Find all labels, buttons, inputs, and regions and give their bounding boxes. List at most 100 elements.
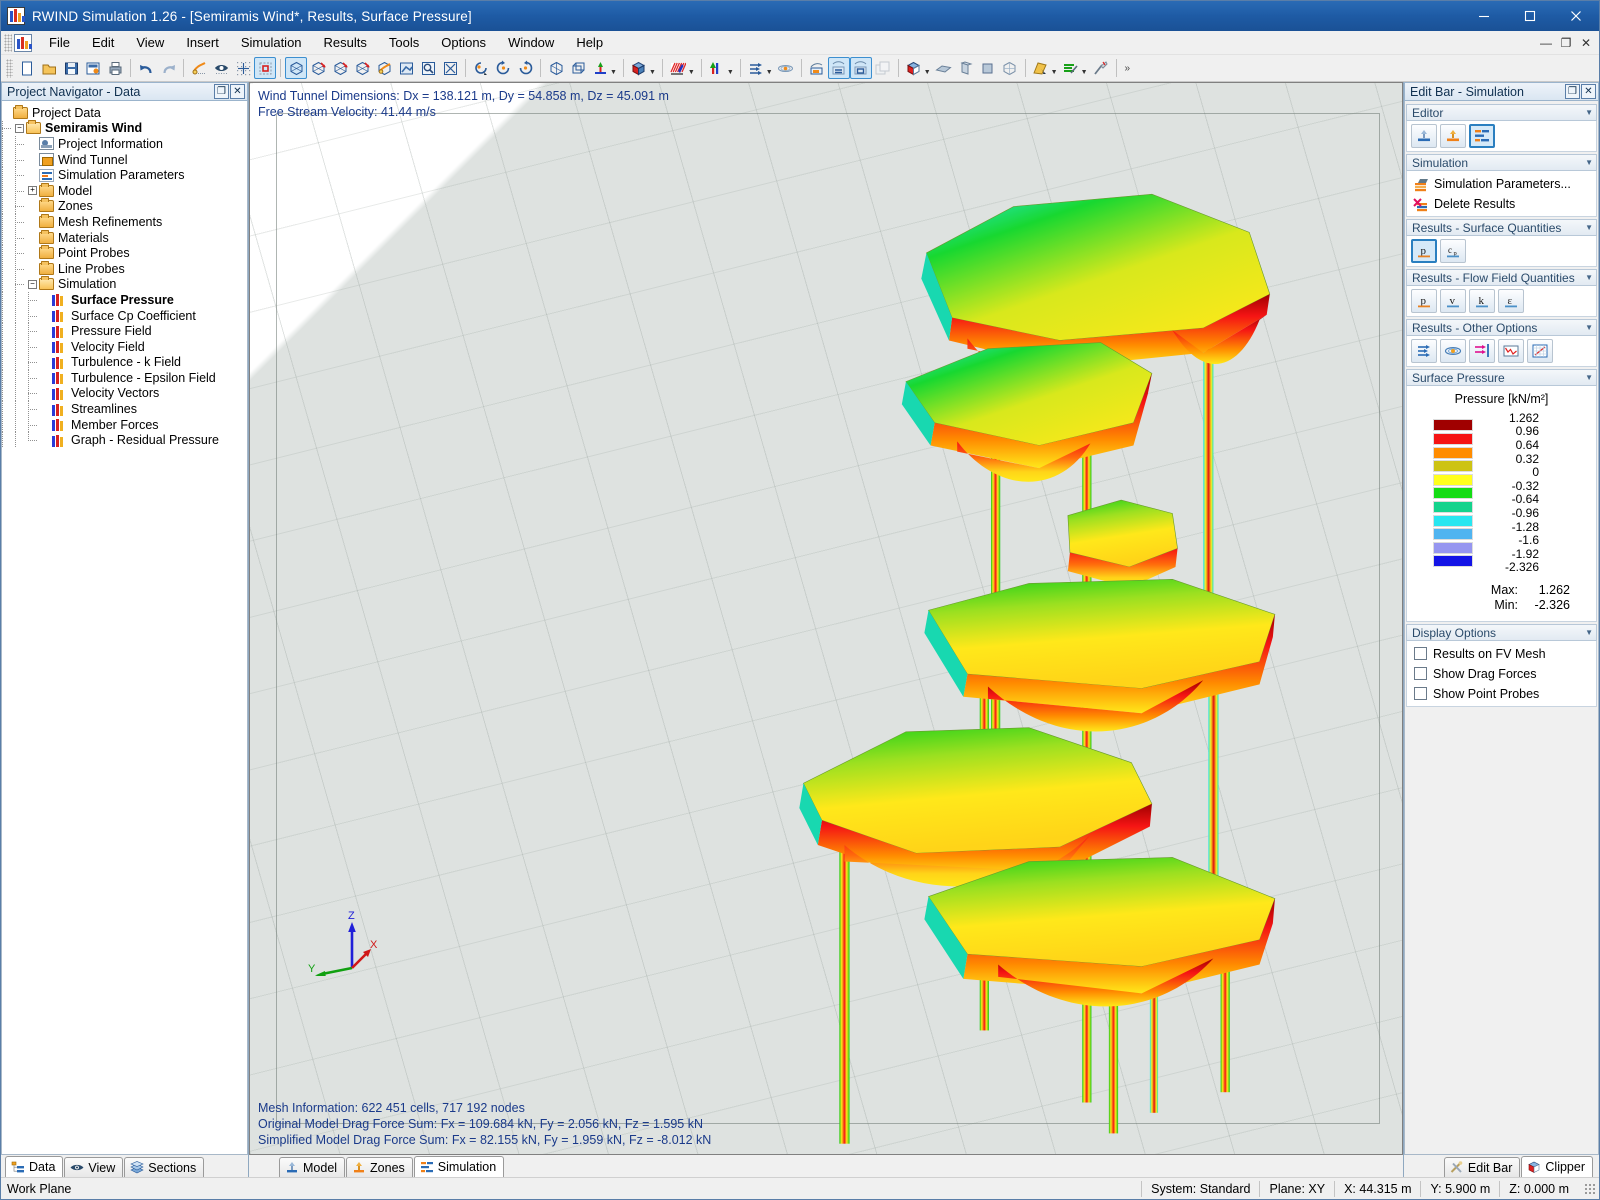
mesh-box-icon[interactable] xyxy=(999,57,1021,79)
menu-file[interactable]: File xyxy=(38,32,81,53)
measure-pick-icon[interactable] xyxy=(1030,57,1052,79)
zoom-window-icon[interactable] xyxy=(395,57,417,79)
checkbox-row-show-drag-forces[interactable]: Show Drag Forces xyxy=(1411,664,1592,683)
group-header-editor[interactable]: Editor ▼ xyxy=(1406,104,1597,121)
tree-item-streamlines[interactable]: Streamlines xyxy=(2,401,247,417)
tree-item-simulation[interactable]: − Simulation xyxy=(2,276,247,293)
tree-item-member-forces[interactable]: Member Forces xyxy=(2,416,247,433)
tab-view[interactable]: View xyxy=(64,1157,124,1177)
snap-grid-icon[interactable] xyxy=(232,57,254,79)
simulation-editor-icon[interactable] xyxy=(1469,124,1495,148)
checkbox[interactable] xyxy=(1414,667,1427,681)
undo-icon[interactable] xyxy=(135,57,157,79)
tree-collapse-toggle[interactable]: − xyxy=(28,279,37,289)
menu-app-icon[interactable] xyxy=(14,33,32,52)
group-header-results-flow-field-quantities[interactable]: Results - Flow Field Quantities ▼ xyxy=(1406,269,1597,286)
tree-collapse-toggle[interactable]: − xyxy=(15,123,24,133)
rotate-cw-icon[interactable] xyxy=(514,57,536,79)
colors-icon[interactable] xyxy=(706,57,728,79)
group-header-results-other-options[interactable]: Results - Other Options ▼ xyxy=(1406,319,1597,336)
minimize-button[interactable] xyxy=(1461,1,1507,31)
solid-cube-dropdown-arrow[interactable]: ▼ xyxy=(649,69,656,81)
command-delete-results[interactable]: Delete Results xyxy=(1411,194,1592,213)
toolbar-overflow-button[interactable]: » xyxy=(1121,63,1135,74)
tree-item-mesh-refinements[interactable]: Mesh Refinements xyxy=(2,213,247,230)
streamline-icon[interactable] xyxy=(775,57,797,79)
tree-item-zones[interactable]: Zones xyxy=(2,198,247,215)
menu-grip[interactable] xyxy=(4,33,12,52)
maximize-button[interactable] xyxy=(1507,1,1553,31)
toolbar-grip-0[interactable] xyxy=(6,58,13,78)
chevron-down-icon[interactable]: ▼ xyxy=(1585,223,1593,232)
tree-item-surface-pressure[interactable]: Surface Pressure xyxy=(2,292,247,308)
project-tree[interactable]: Project Data − Semiramis Wind Project Infor… xyxy=(1,101,248,1155)
plane-icon[interactable] xyxy=(933,57,955,79)
tab-data[interactable]: Data xyxy=(5,1156,64,1177)
menu-view[interactable]: View xyxy=(125,32,175,53)
checkbox-row-results-on-fv-mesh[interactable]: Results on FV Mesh xyxy=(1411,644,1592,663)
navigator-close-button[interactable]: ✕ xyxy=(230,84,245,99)
tab-simulation[interactable]: Simulation xyxy=(413,1156,505,1177)
diagram-icon[interactable] xyxy=(1527,339,1553,363)
hatch-style-dropdown-arrow[interactable]: ▼ xyxy=(688,69,695,81)
view-iso-icon[interactable] xyxy=(285,57,307,79)
surface-cp-icon[interactable]: cp xyxy=(1440,239,1466,263)
tree-item-graph-residual-pressure[interactable]: Graph - Residual Pressure xyxy=(2,432,247,448)
settings-tools-dropdown-arrow[interactable]: ▼ xyxy=(1081,69,1088,81)
flow-velocity-v-icon[interactable]: v xyxy=(1440,289,1466,313)
checkbox[interactable] xyxy=(1414,687,1427,701)
flow-arrows-icon[interactable] xyxy=(745,57,767,79)
rotate-pick-icon[interactable] xyxy=(470,57,492,79)
group-header-simulation[interactable]: Simulation ▼ xyxy=(1406,154,1597,171)
slab-icon[interactable] xyxy=(955,57,977,79)
selection-window-icon[interactable] xyxy=(254,57,276,79)
pressure-result-model[interactable] xyxy=(250,83,1402,1154)
navigator-pin-button[interactable]: ❐ xyxy=(214,84,229,99)
tree-item-wind-tunnel[interactable]: Wind Tunnel xyxy=(2,151,247,168)
visibility-eye-icon[interactable] xyxy=(210,57,232,79)
view-x-icon[interactable] xyxy=(307,57,329,79)
command-simulation-parameters[interactable]: Simulation Parameters... xyxy=(1411,174,1592,193)
menu-options[interactable]: Options xyxy=(430,32,497,53)
group-header-results-surface-quantities[interactable]: Results - Surface Quantities ▼ xyxy=(1406,219,1597,236)
chevron-down-icon[interactable]: ▼ xyxy=(1585,158,1593,167)
tree-item-pressure-field[interactable]: Pressure Field xyxy=(2,323,247,339)
flow-pressure-p-icon[interactable]: p xyxy=(1411,289,1437,313)
editbar-pin-button[interactable]: ❐ xyxy=(1565,84,1580,99)
clipper-cube-dropdown-arrow[interactable]: ▼ xyxy=(924,69,931,81)
mdi-minimize-button[interactable]: — xyxy=(1539,36,1553,50)
save-as-icon[interactable] xyxy=(82,57,104,79)
tree-item-line-probes[interactable]: Line Probes xyxy=(2,260,247,277)
streamlines-icon[interactable] xyxy=(1440,339,1466,363)
menu-window[interactable]: Window xyxy=(497,32,565,53)
menu-help[interactable]: Help xyxy=(565,32,614,53)
chevron-down-icon[interactable]: ▼ xyxy=(1585,273,1593,282)
zoom-all-icon[interactable] xyxy=(439,57,461,79)
result-section-icon[interactable] xyxy=(849,57,872,79)
tree-item-turbulence-epsilon-field[interactable]: Turbulence - Epsilon Field xyxy=(2,370,247,386)
perspective-icon[interactable] xyxy=(567,57,589,79)
settings-tools-icon[interactable] xyxy=(1060,57,1082,79)
velocity-vectors-icon[interactable] xyxy=(1411,339,1437,363)
tree-item-project-information[interactable]: Project Information xyxy=(2,136,247,152)
zoom-lens-icon[interactable] xyxy=(417,57,439,79)
tree-item-velocity-field[interactable]: Velocity Field xyxy=(2,338,247,355)
tree-item-turbulence-k-field[interactable]: Turbulence - k Field xyxy=(2,354,247,371)
save-icon[interactable] xyxy=(60,57,82,79)
cleanup-icon[interactable] xyxy=(1090,57,1112,79)
hatch-style-icon[interactable] xyxy=(667,57,689,79)
model-editor-icon[interactable] xyxy=(1411,124,1437,148)
wireframe-icon[interactable] xyxy=(545,57,567,79)
view-z-icon[interactable] xyxy=(351,57,373,79)
member-forces-icon[interactable] xyxy=(1469,339,1495,363)
flow-turbulence-k-icon[interactable]: k xyxy=(1469,289,1495,313)
checkbox[interactable] xyxy=(1414,647,1427,661)
new-icon[interactable] xyxy=(16,57,38,79)
menu-simulation[interactable]: Simulation xyxy=(230,32,313,53)
flow-turbulence-epsilon-icon[interactable]: ε xyxy=(1498,289,1524,313)
chevron-down-icon[interactable]: ▼ xyxy=(1585,628,1593,637)
surface-pressure-p-icon[interactable]: p xyxy=(1411,239,1437,263)
tree-item-surface-cp-coefficient[interactable]: Surface Cp Coefficient xyxy=(2,307,247,324)
tree-item-velocity-vectors[interactable]: Velocity Vectors xyxy=(2,385,247,402)
axis-color-icon[interactable] xyxy=(589,57,611,79)
